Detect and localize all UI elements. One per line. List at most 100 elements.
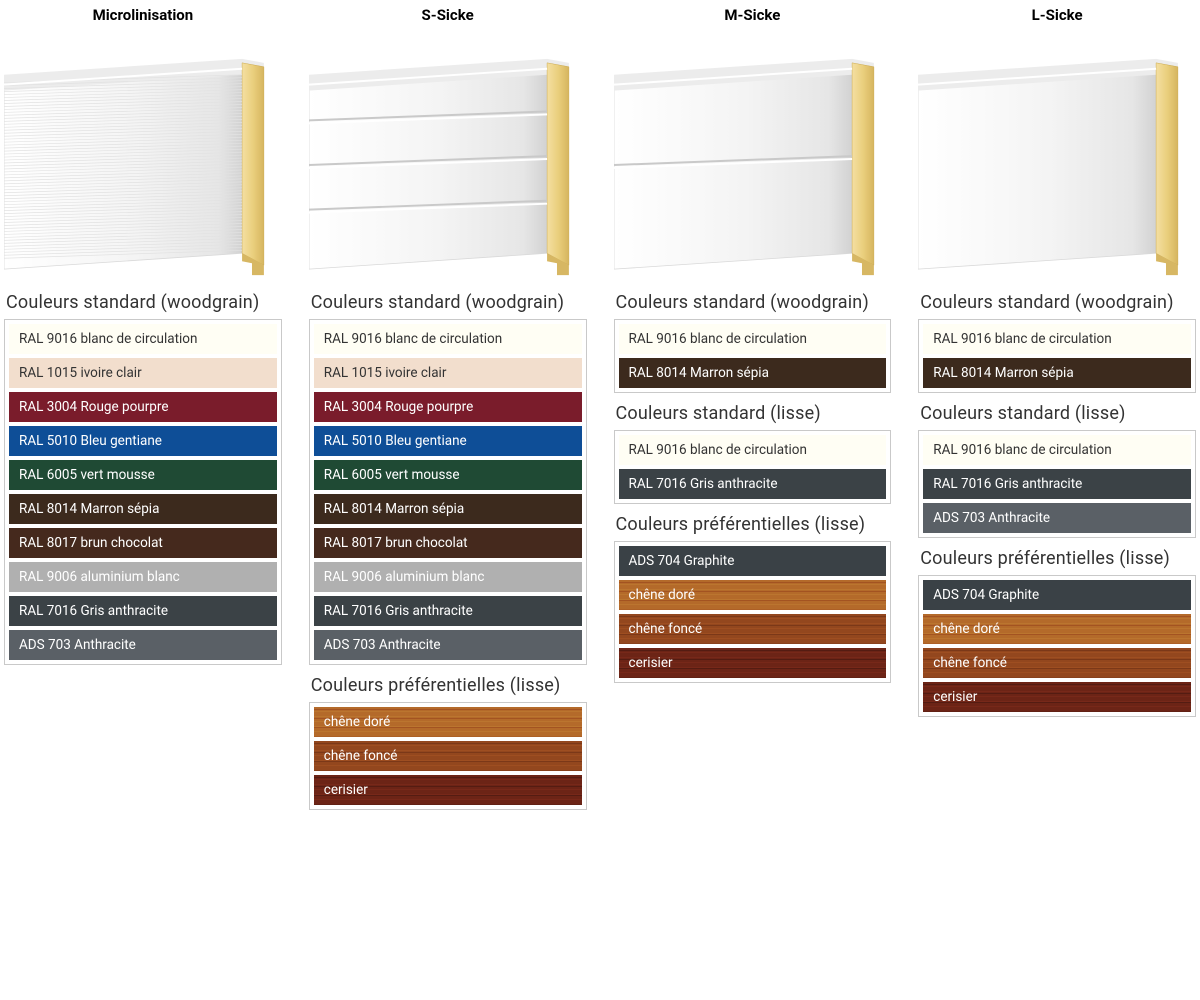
color-swatch: RAL 9006 aluminium blanc xyxy=(314,562,582,592)
color-swatch: RAL 8014 Marron sépia xyxy=(923,358,1191,388)
swatch-label: RAL 7016 Gris anthracite xyxy=(324,603,473,619)
swatch-label: RAL 3004 Rouge pourpre xyxy=(324,399,473,415)
color-swatch: cerisier xyxy=(314,775,582,805)
swatch-label: RAL 7016 Gris anthracite xyxy=(19,603,168,619)
swatch-label: chêne foncé xyxy=(324,748,398,764)
swatch-label: ADS 703 Anthracite xyxy=(324,637,441,653)
color-swatch: RAL 9016 blanc de circulation xyxy=(923,435,1191,465)
section-heading: Couleurs standard (woodgrain) xyxy=(311,292,587,313)
color-swatch: RAL 7016 Gris anthracite xyxy=(9,596,277,626)
color-swatch: RAL 9016 blanc de circulation xyxy=(619,324,887,354)
swatch-label: chêne foncé xyxy=(629,621,703,637)
color-swatch: chêne foncé xyxy=(923,648,1191,678)
swatch-label: RAL 3004 Rouge pourpre xyxy=(19,399,168,415)
swatch-label: RAL 9016 blanc de circulation xyxy=(933,442,1111,458)
swatch-label: ADS 703 Anthracite xyxy=(19,637,136,653)
color-swatch: RAL 6005 vert mousse xyxy=(314,460,582,490)
swatch-label: RAL 8017 brun chocolat xyxy=(324,535,468,551)
swatch-label: RAL 1015 ivoire clair xyxy=(324,365,447,381)
swatch-label: ADS 704 Graphite xyxy=(933,587,1039,603)
panel-column: M-Sicke Couleurs standard (woodgrain) RAL… xyxy=(614,6,892,820)
color-swatch: ADS 703 Anthracite xyxy=(923,503,1191,533)
color-swatch: RAL 7016 Gris anthracite xyxy=(923,469,1191,499)
section-heading: Couleurs préférentielles (lisse) xyxy=(616,514,892,535)
swatch-label: RAL 9016 blanc de circulation xyxy=(629,331,807,347)
swatch-label: chêne doré xyxy=(324,714,391,730)
color-swatch: RAL 9016 blanc de circulation xyxy=(619,435,887,465)
swatch-label: RAL 8014 Marron sépia xyxy=(324,501,464,517)
swatch-label: RAL 1015 ivoire clair xyxy=(19,365,142,381)
color-swatch: RAL 9016 blanc de circulation xyxy=(314,324,582,354)
swatch-label: chêne doré xyxy=(933,621,1000,637)
color-swatch: RAL 9006 aluminium blanc xyxy=(9,562,277,592)
swatch-label: cerisier xyxy=(629,655,673,671)
color-swatch: cerisier xyxy=(619,648,887,678)
panel-illustration xyxy=(918,50,1196,280)
color-swatch: ADS 704 Graphite xyxy=(619,546,887,576)
swatch-list: RAL 9016 blanc de circulation RAL 1015 iv… xyxy=(4,319,282,665)
swatch-list: RAL 9016 blanc de circulation RAL 7016 Gr… xyxy=(918,430,1196,538)
panel-illustration xyxy=(4,50,282,280)
color-swatch: chêne foncé xyxy=(619,614,887,644)
color-swatch: RAL 7016 Gris anthracite xyxy=(314,596,582,626)
color-swatch: chêne doré xyxy=(314,707,582,737)
swatch-label: RAL 6005 vert mousse xyxy=(324,467,460,483)
color-swatch: RAL 7016 Gris anthracite xyxy=(619,469,887,499)
swatch-label: RAL 5010 Bleu gentiane xyxy=(324,433,467,449)
column-title: L-Sicke xyxy=(918,6,1196,24)
section-heading: Couleurs standard (lisse) xyxy=(920,403,1196,424)
swatch-label: RAL 9016 blanc de circulation xyxy=(629,442,807,458)
color-swatch: ADS 703 Anthracite xyxy=(314,630,582,660)
color-swatch: RAL 8014 Marron sépia xyxy=(314,494,582,524)
column-title: Microlinisation xyxy=(4,6,282,24)
color-swatch: RAL 8014 Marron sépia xyxy=(619,358,887,388)
color-swatch: ADS 704 Graphite xyxy=(923,580,1191,610)
color-swatch: RAL 1015 ivoire clair xyxy=(314,358,582,388)
section-heading: Couleurs standard (lisse) xyxy=(616,403,892,424)
color-swatch: RAL 8014 Marron sépia xyxy=(9,494,277,524)
swatch-list: RAL 9016 blanc de circulation RAL 8014 Ma… xyxy=(614,319,892,393)
swatch-label: RAL 9016 blanc de circulation xyxy=(933,331,1111,347)
color-swatch: chêne foncé xyxy=(314,741,582,771)
swatch-label: RAL 8014 Marron sépia xyxy=(629,365,769,381)
section-heading: Couleurs préférentielles (lisse) xyxy=(920,548,1196,569)
color-swatch: chêne doré xyxy=(923,614,1191,644)
swatch-label: RAL 8014 Marron sépia xyxy=(19,501,159,517)
swatch-label: chêne foncé xyxy=(933,655,1007,671)
swatch-list: RAL 9016 blanc de circulation RAL 1015 iv… xyxy=(309,319,587,665)
section-heading: Couleurs standard (woodgrain) xyxy=(920,292,1196,313)
swatch-label: RAL 7016 Gris anthracite xyxy=(933,476,1082,492)
color-swatch: cerisier xyxy=(923,682,1191,712)
section-heading: Couleurs standard (woodgrain) xyxy=(6,292,282,313)
column-title: M-Sicke xyxy=(614,6,892,24)
swatch-list: RAL 9016 blanc de circulation RAL 7016 Gr… xyxy=(614,430,892,504)
swatch-list: RAL 9016 blanc de circulation RAL 8014 Ma… xyxy=(918,319,1196,393)
color-swatch: chêne doré xyxy=(619,580,887,610)
panel-illustration xyxy=(309,50,587,280)
swatch-label: RAL 5010 Bleu gentiane xyxy=(19,433,162,449)
color-swatch: RAL 1015 ivoire clair xyxy=(9,358,277,388)
panel-column: S-Sicke Couleurs standard (woodgrain)RAL… xyxy=(309,6,587,820)
color-swatch: RAL 9016 blanc de circulation xyxy=(9,324,277,354)
color-swatch: RAL 8017 brun chocolat xyxy=(9,528,277,558)
swatch-label: cerisier xyxy=(933,689,977,705)
color-swatch: RAL 5010 Bleu gentiane xyxy=(9,426,277,456)
swatch-list: chêne doré chêne foncé cerisier xyxy=(309,702,587,810)
color-swatch: RAL 5010 Bleu gentiane xyxy=(314,426,582,456)
swatch-label: cerisier xyxy=(324,782,368,798)
swatch-label: RAL 9016 blanc de circulation xyxy=(324,331,502,347)
swatch-list: ADS 704 Graphite chêne doré chêne foncé cer… xyxy=(918,575,1196,717)
color-swatch: RAL 6005 vert mousse xyxy=(9,460,277,490)
swatch-label: RAL 8017 brun chocolat xyxy=(19,535,163,551)
swatch-label: RAL 9016 blanc de circulation xyxy=(19,331,197,347)
swatch-label: RAL 7016 Gris anthracite xyxy=(629,476,778,492)
swatch-label: ADS 703 Anthracite xyxy=(933,510,1050,526)
swatch-label: chêne doré xyxy=(629,587,696,603)
section-heading: Couleurs standard (woodgrain) xyxy=(616,292,892,313)
panel-column: Microlinisation Couleurs standard (woodg… xyxy=(4,6,282,820)
swatch-label: RAL 9006 aluminium blanc xyxy=(324,569,485,585)
swatch-label: RAL 6005 vert mousse xyxy=(19,467,155,483)
swatch-label: ADS 704 Graphite xyxy=(629,553,735,569)
panel-column: L-Sicke Couleurs standard (woodgrain) RAL… xyxy=(918,6,1196,820)
swatch-list: ADS 704 Graphite chêne doré chêne foncé cer… xyxy=(614,541,892,683)
